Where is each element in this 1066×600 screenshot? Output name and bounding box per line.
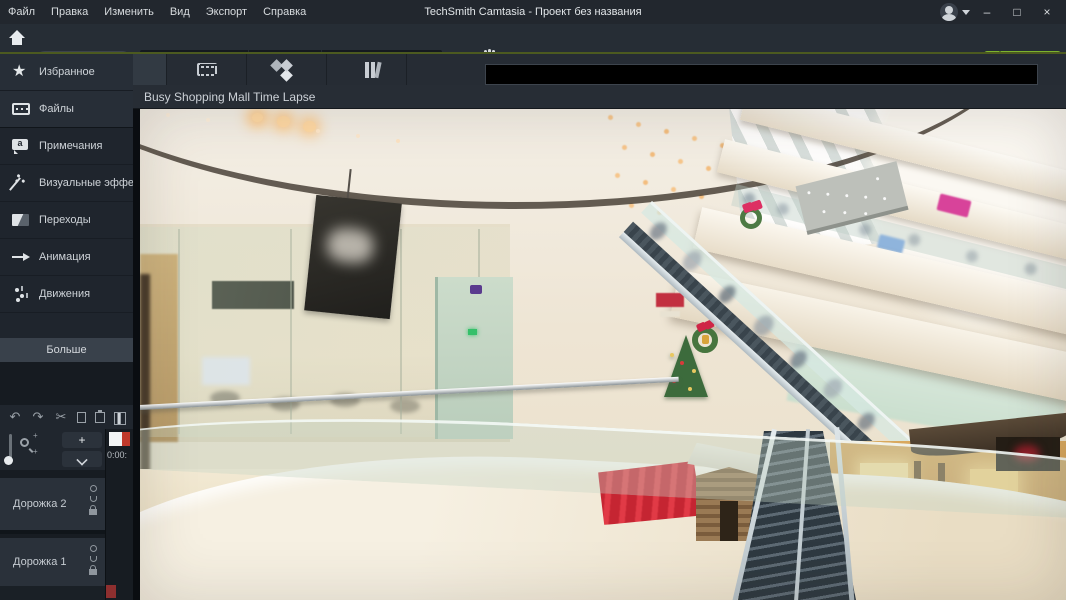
- track-toggle-icon[interactable]: [90, 485, 97, 492]
- sidebar-item-transitions[interactable]: Переходы: [0, 202, 133, 239]
- main-toolbar: Запись ‹ C Видео/Звук A Звук S Изображен…: [0, 24, 1066, 52]
- media-tooltip: Busy Shopping Mall Time Lapse: [133, 85, 1066, 109]
- menu-export[interactable]: Экспорт: [198, 0, 255, 24]
- media-bin-tabs: [133, 54, 1066, 85]
- collapse-tracks-button[interactable]: [62, 451, 102, 467]
- split-icon[interactable]: [114, 412, 126, 423]
- sidebar-item-label: Избранное: [39, 66, 95, 78]
- magic-wand-icon: [12, 174, 30, 192]
- sidebar-item-label: Визуальные эффекты: [39, 177, 133, 189]
- sidebar-item-label: Движения: [39, 288, 90, 300]
- sidebar-item-media[interactable]: Файлы: [0, 91, 133, 128]
- tools-panel: ★ Избранное Файлы a Примечания Визуальны…: [0, 54, 133, 362]
- track-controls: [89, 545, 97, 575]
- clip-fragment[interactable]: [106, 585, 116, 598]
- maximize-button[interactable]: □: [1004, 2, 1030, 22]
- home-icon[interactable]: [8, 30, 26, 46]
- media-bin-empty-area: [0, 362, 133, 405]
- copy-icon[interactable]: [77, 412, 86, 423]
- track-label: Дорожка 2: [13, 498, 67, 510]
- menu-view[interactable]: Вид: [162, 0, 198, 24]
- transition-icon: [12, 211, 30, 229]
- sidebar-item-behaviors[interactable]: Движения: [0, 276, 133, 313]
- cubes-icon: [280, 59, 293, 72]
- track-label: Дорожка 1: [13, 556, 67, 568]
- timeline-zoom-knob[interactable]: [4, 456, 13, 465]
- menu-bar: Файл Правка Изменить Вид Экспорт Справка: [0, 0, 314, 24]
- bin-tab-media[interactable]: [167, 54, 247, 85]
- track-controls: [89, 485, 97, 515]
- track-row-1[interactable]: Дорожка 1: [0, 534, 105, 586]
- menu-modify[interactable]: Изменить: [96, 0, 162, 24]
- motion-dots-icon: [12, 285, 30, 303]
- filmstrip-icon: [12, 100, 30, 118]
- camtasia-window: Файл Правка Изменить Вид Экспорт Справка…: [0, 0, 1066, 600]
- library-books-icon: [365, 62, 369, 78]
- search-field[interactable]: [485, 64, 1038, 85]
- track-lock-icon[interactable]: [89, 569, 97, 575]
- sidebar-item-label: Примечания: [39, 140, 103, 152]
- cut-icon[interactable]: ✂: [54, 409, 68, 425]
- sidebar-item-label: Переходы: [39, 214, 91, 226]
- track-row-2[interactable]: Дорожка 2: [0, 478, 105, 530]
- undo-icon[interactable]: ↶: [8, 409, 22, 425]
- account-caret-icon[interactable]: [962, 10, 970, 15]
- star-icon: ★: [12, 63, 30, 81]
- redo-icon[interactable]: ↷: [31, 409, 45, 425]
- bin-tab-assets[interactable]: [247, 54, 327, 85]
- sidebar-item-label: Файлы: [39, 103, 74, 115]
- bin-tab-library[interactable]: [327, 54, 407, 85]
- paste-icon[interactable]: [95, 412, 105, 423]
- timeline-bottom-strip: [0, 586, 105, 600]
- canvas-media-preview[interactable]: [140, 109, 1066, 600]
- menu-file[interactable]: Файл: [0, 0, 43, 24]
- timeline-gap: [0, 470, 105, 478]
- track-toggle-icon[interactable]: [90, 545, 97, 552]
- menu-help[interactable]: Справка: [255, 0, 314, 24]
- sidebar-item-favorites[interactable]: ★ Избранное: [0, 54, 133, 91]
- bin-tab-selected-stub[interactable]: [133, 54, 167, 85]
- media-tooltip-text: Busy Shopping Mall Time Lapse: [144, 90, 315, 104]
- add-track-button[interactable]: +: [62, 432, 102, 448]
- sidebar-item-animations[interactable]: Анимация: [0, 239, 133, 276]
- playhead-marker[interactable]: [122, 432, 130, 446]
- account-avatar[interactable]: [940, 3, 958, 21]
- timeline-zoom-controls: +: [0, 429, 105, 470]
- arrow-icon: [12, 248, 30, 266]
- track-mute-icon[interactable]: [90, 556, 97, 562]
- magnifier-icon: [20, 438, 29, 447]
- playhead-flag[interactable]: [109, 432, 122, 446]
- callout-icon: a: [12, 137, 30, 155]
- photo-vignette: [140, 109, 1066, 600]
- sidebar-item-label: Анимация: [39, 251, 91, 263]
- panel-canvas-divider: [133, 109, 140, 600]
- minimize-button[interactable]: –: [974, 2, 1000, 22]
- sidebar-item-annotations[interactable]: a Примечания: [0, 128, 133, 165]
- title-bar: Файл Правка Изменить Вид Экспорт Справка…: [0, 0, 1066, 24]
- track-lock-icon[interactable]: [89, 509, 97, 515]
- filmstrip-icon: [197, 63, 217, 76]
- more-button[interactable]: Больше: [0, 338, 133, 362]
- close-button[interactable]: ×: [1034, 2, 1060, 22]
- menu-edit[interactable]: Правка: [43, 0, 96, 24]
- sidebar-item-visual-effects[interactable]: Визуальные эффекты: [0, 165, 133, 202]
- timeline-toolbar: ↶ ↷ ✂: [0, 405, 137, 429]
- track-mute-icon[interactable]: [90, 496, 97, 502]
- ruler-timestamp: 0:00:: [107, 450, 127, 460]
